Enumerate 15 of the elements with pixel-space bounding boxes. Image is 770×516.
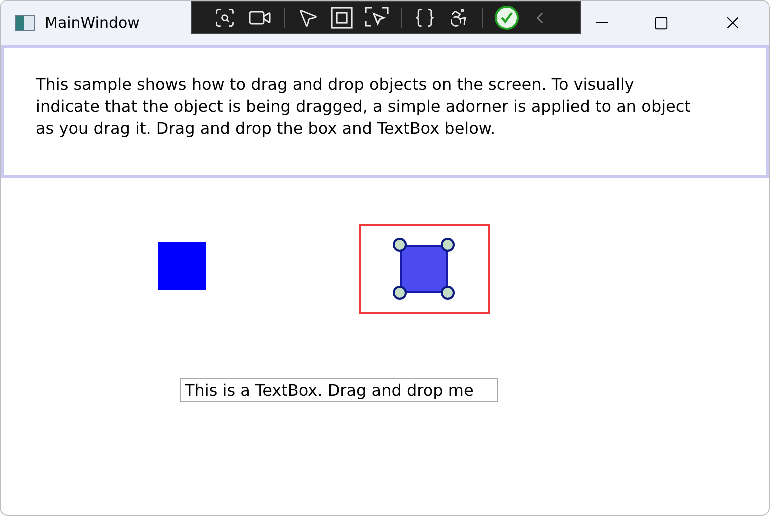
adorner-handle [441,238,455,252]
braces-icon[interactable] [414,6,436,28]
draggable-square[interactable] [400,245,448,293]
window-title: MainWindow [45,14,140,32]
text-box[interactable]: This is a TextBox. Drag and drop me [180,378,498,402]
app-icon [15,15,35,31]
adorner-handle [393,238,407,252]
description-text: This sample shows how to drag and drop objects on the screen. To visually indicate that the object is being dragged, a simple adorner is applied to an object as you drag it. Drag and drop the box and TextBox below. [36,74,692,140]
select-pointer-icon[interactable] [365,6,389,28]
minimize-icon [596,22,608,24]
adorner-handle [393,286,407,300]
maximize-icon [654,16,668,30]
check-icon[interactable] [495,6,519,30]
square-icon[interactable] [331,6,353,28]
adorner-handle [441,286,455,300]
